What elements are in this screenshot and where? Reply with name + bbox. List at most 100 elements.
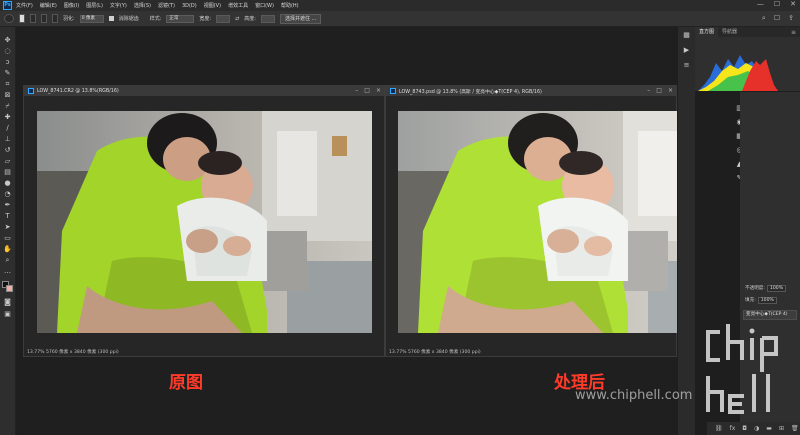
link-layers-icon[interactable]: ⛓: [715, 425, 723, 432]
document-window-original[interactable]: LOW_8741.CR2 @ 13.8%(RGB/16) – □ × 13.77…: [23, 85, 385, 357]
opacity-input[interactable]: 100%: [766, 285, 787, 292]
doc-close-button[interactable]: ×: [668, 87, 673, 94]
menu-layer[interactable]: 图层(L): [86, 2, 103, 9]
document-window-processed[interactable]: LOW_8743.psd @ 13.8% (高斯 / 变亮中心◆T(CEP 4)…: [385, 85, 678, 357]
document-status-bar: 13.77% 5760 像素 x 3840 像素 (300 ppi): [27, 350, 119, 355]
quick-select-tool-icon[interactable]: ✎: [3, 70, 12, 77]
doc-maximize-button[interactable]: □: [364, 87, 370, 94]
actions-play-icon[interactable]: ▶: [682, 47, 691, 54]
screen-mode-icon[interactable]: ▣: [3, 311, 12, 318]
fill-label: 填充:: [745, 298, 756, 303]
background-color-swatch[interactable]: [6, 285, 13, 292]
document-file-icon: [28, 88, 34, 94]
pen-tool-icon[interactable]: ✒: [3, 202, 12, 209]
doc-close-button[interactable]: ×: [376, 87, 381, 94]
workspace-icon[interactable]: ☐: [774, 14, 780, 23]
eyedropper-tool-icon[interactable]: ⌿: [3, 103, 12, 110]
fx-icon[interactable]: fx: [730, 425, 736, 432]
photo-canvas-original[interactable]: [37, 111, 372, 333]
elliptical-marquee-icon[interactable]: [4, 14, 14, 23]
selected-layer[interactable]: 变亮中心◆T(CEP 4): [743, 310, 797, 320]
histogram-graph: [698, 41, 778, 91]
right-panel-icon-column: ▦ ▶ ≡: [677, 27, 695, 435]
marquee-tool-icon[interactable]: ◌: [3, 48, 12, 55]
feather-input[interactable]: 0 像素: [79, 14, 104, 23]
select-and-mask-button[interactable]: 选择并遮住 ...: [279, 13, 322, 24]
search-icon[interactable]: ⌕: [762, 14, 766, 23]
opacity-label: 不透明度:: [745, 286, 765, 291]
style-select[interactable]: 正常: [166, 14, 195, 23]
minimize-button[interactable]: —: [757, 0, 764, 8]
gradient-tool-icon[interactable]: ▤: [3, 169, 12, 176]
new-layer-icon[interactable]: ⊞: [779, 425, 784, 432]
menu-help[interactable]: 帮助(H): [281, 2, 299, 9]
antialias-checkbox[interactable]: [108, 16, 114, 21]
path-selection-tool-icon[interactable]: ➤: [3, 224, 12, 231]
brush-tool-icon[interactable]: ∕: [3, 125, 12, 132]
crop-tool-icon[interactable]: ⌗: [3, 81, 12, 88]
more-tools-icon[interactable]: …: [3, 268, 12, 275]
subtract-selection-icon[interactable]: [41, 14, 47, 23]
panel-menu-icon[interactable]: ≡: [791, 29, 796, 36]
menu-select[interactable]: 选择(S): [134, 2, 151, 9]
zoom-tool-icon[interactable]: ⌕: [3, 257, 12, 264]
watermark-url: www.chiphell.com: [575, 388, 693, 403]
tab-navigator[interactable]: 导航器: [718, 27, 741, 37]
document-title: LOW_8743.psd @ 13.8% (高斯 / 变亮中心◆T(CEP 4)…: [399, 89, 542, 95]
intersect-selection-icon[interactable]: [52, 14, 58, 23]
document-tab-processed[interactable]: LOW_8743.psd @ 13.8% (高斯 / 变亮中心◆T(CEP 4)…: [386, 86, 676, 96]
document-tab-original[interactable]: LOW_8741.CR2 @ 13.8%(RGB/16) – □ ×: [24, 86, 384, 96]
eraser-tool-icon[interactable]: ▱: [3, 158, 12, 165]
height-input[interactable]: [260, 14, 275, 23]
mask-icon[interactable]: ◘: [742, 425, 747, 432]
menu-view[interactable]: 视图(V): [204, 2, 221, 9]
options-bar: 羽化: 0 像素 消除锯齿 样式: 正常 宽度: ⇄ 高度: 选择并遮住 ...…: [0, 11, 800, 27]
new-selection-icon[interactable]: [19, 14, 25, 23]
document-title: LOW_8741.CR2 @ 13.8%(RGB/16): [37, 88, 119, 94]
folder-icon[interactable]: ▬: [766, 425, 772, 432]
tab-histogram[interactable]: 直方图: [695, 27, 719, 37]
type-tool-icon[interactable]: T: [3, 213, 12, 220]
history-panel-icon[interactable]: ▦: [682, 32, 691, 39]
width-input[interactable]: [216, 14, 231, 23]
quick-mask-icon[interactable]: ◙: [3, 299, 12, 306]
doc-minimize-button[interactable]: –: [355, 87, 358, 94]
blur-tool-icon[interactable]: ●: [3, 180, 12, 187]
doc-minimize-button[interactable]: –: [647, 87, 650, 94]
photoshop-logo-icon[interactable]: Ps: [3, 1, 12, 10]
menu-bar: Ps 文件(F) 编辑(E) 图像(I) 图层(L) 文字(Y) 选择(S) 滤…: [0, 0, 800, 11]
doc-maximize-button[interactable]: □: [656, 87, 662, 94]
menu-plugins[interactable]: 增效工具: [228, 2, 248, 9]
window-controls: — ☐ ✕: [757, 0, 796, 8]
history-brush-tool-icon[interactable]: ↺: [3, 147, 12, 154]
delete-layer-icon[interactable]: 🗑: [791, 425, 799, 432]
document-window-controls: – □ ×: [647, 87, 673, 94]
lasso-tool-icon[interactable]: ↄ: [3, 59, 12, 66]
menu-filter[interactable]: 滤镜(T): [158, 2, 175, 9]
share-icon[interactable]: ⇪: [788, 14, 794, 23]
clone-stamp-tool-icon[interactable]: ⊥: [3, 136, 12, 143]
workspace: LOW_8741.CR2 @ 13.8%(RGB/16) – □ × 13.77…: [17, 27, 678, 435]
healing-brush-tool-icon[interactable]: ✚: [3, 114, 12, 121]
move-tool-icon[interactable]: ✥: [3, 37, 12, 44]
frame-tool-icon[interactable]: ⊠: [3, 92, 12, 99]
menu-3d[interactable]: 3D(D): [182, 3, 197, 9]
menu-file[interactable]: 文件(F): [16, 2, 33, 9]
adjustment-icon[interactable]: ◑: [754, 425, 759, 432]
rectangle-tool-icon[interactable]: ▭: [3, 235, 12, 242]
menu-window[interactable]: 窗口(W): [255, 2, 274, 9]
menu-type[interactable]: 文字(Y): [110, 2, 127, 9]
close-button[interactable]: ✕: [790, 0, 796, 8]
hand-tool-icon[interactable]: ✋: [3, 246, 12, 253]
swap-icon[interactable]: ⇄: [235, 16, 239, 22]
histogram-panel-tabs: 直方图 导航器 ≡: [695, 27, 800, 37]
add-selection-icon[interactable]: [30, 14, 36, 23]
menu-edit[interactable]: 编辑(E): [40, 2, 57, 9]
maximize-button[interactable]: ☐: [774, 0, 780, 8]
dodge-tool-icon[interactable]: ◔: [3, 191, 12, 198]
fill-input[interactable]: 100%: [757, 297, 777, 304]
width-label: 宽度:: [199, 16, 212, 22]
photo-canvas-processed[interactable]: [398, 111, 678, 333]
adjust-panel-icon[interactable]: ≡: [682, 62, 691, 69]
menu-image[interactable]: 图像(I): [64, 2, 79, 9]
